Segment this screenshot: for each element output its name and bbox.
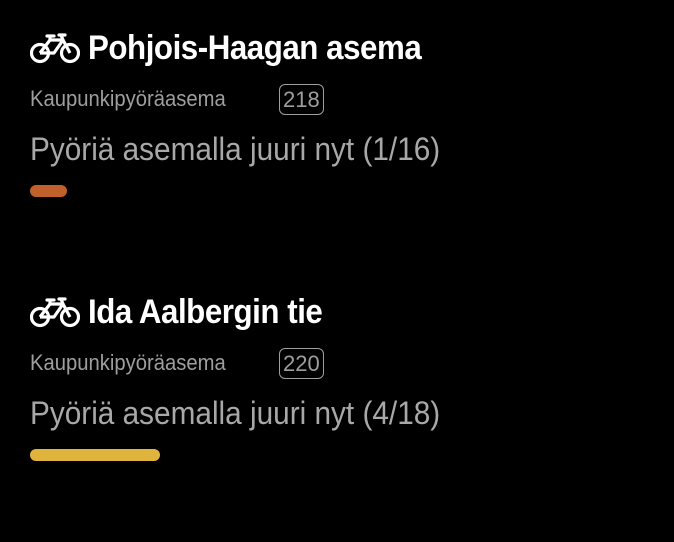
station-id-badge: 220 [279, 347, 324, 379]
station-card-1: Pohjois-Haagan asema Kaupunkipyöräasema … [30, 26, 650, 197]
station-meta-row: Kaupunkipyöräasema 220 [30, 347, 650, 379]
bicycle-icon [30, 32, 80, 64]
availability-bar-fill [30, 185, 67, 197]
station-meta-row: Kaupunkipyöräasema 218 [30, 83, 650, 115]
availability-text: Pyöriä asemalla juuri nyt (1/16) [30, 131, 441, 167]
station-title-row: Ida Aalbergin tie [30, 290, 650, 334]
availability-bar-fill [30, 449, 160, 461]
availability-bar [30, 185, 530, 197]
station-name: Pohjois-Haagan asema [88, 28, 422, 67]
station-title-row: Pohjois-Haagan asema [30, 26, 650, 70]
bicycle-icon [30, 296, 80, 328]
station-card-2: Ida Aalbergin tie Kaupunkipyöräasema 220… [30, 290, 650, 461]
station-type-label: Kaupunkipyöräasema [30, 350, 226, 375]
availability-text: Pyöriä asemalla juuri nyt (4/18) [30, 395, 441, 431]
station-id-badge: 218 [279, 83, 324, 115]
station-type-label: Kaupunkipyöräasema [30, 86, 226, 111]
availability-bar [30, 449, 530, 461]
station-name: Ida Aalbergin tie [88, 292, 323, 331]
